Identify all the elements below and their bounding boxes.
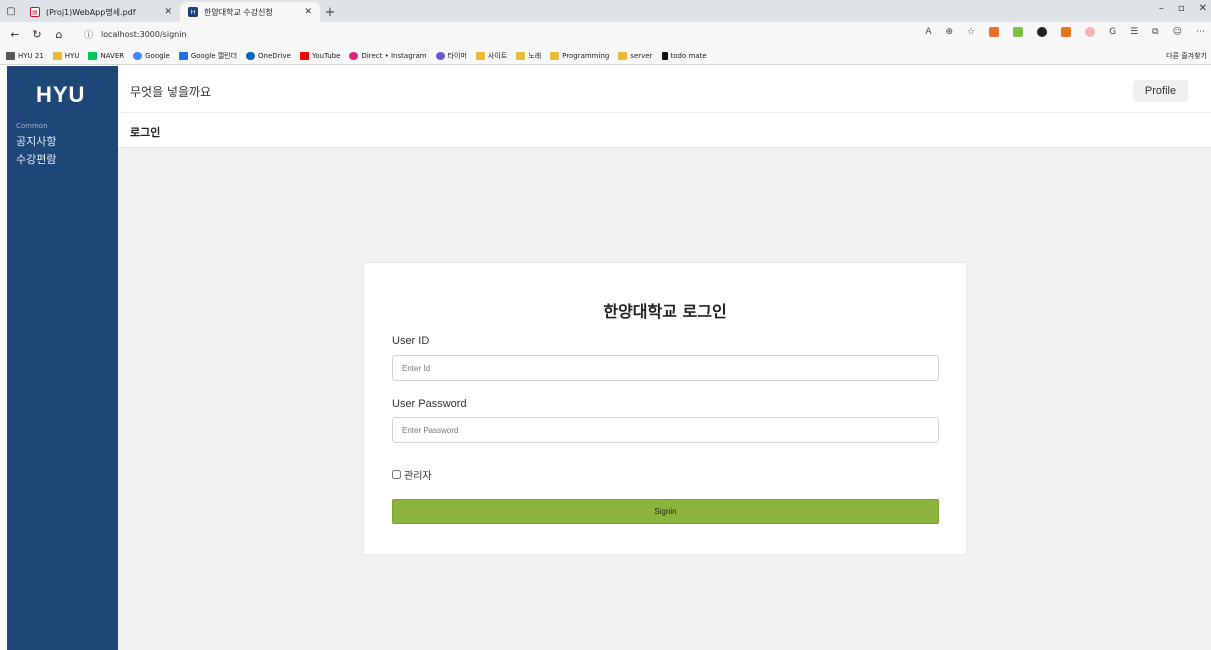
admin-checkbox[interactable] bbox=[392, 470, 401, 479]
user-id-input[interactable] bbox=[392, 355, 939, 381]
bookmark-folder[interactable]: Programming bbox=[550, 51, 609, 60]
sidebar-section-label: Common bbox=[16, 122, 48, 130]
window-controls: – ▫ ✕ bbox=[1159, 3, 1207, 14]
sidebar-item-catalog[interactable]: 수강편람 bbox=[16, 151, 56, 167]
sidebar: HYU Common 공지사항 수강편람 bbox=[7, 66, 118, 650]
close-icon[interactable]: ✕ bbox=[304, 7, 312, 17]
instagram-icon bbox=[349, 51, 359, 60]
bookmark-folder[interactable]: HYU bbox=[52, 51, 79, 60]
todo-icon bbox=[661, 51, 668, 60]
calendar-icon bbox=[178, 51, 188, 60]
onedrive-icon bbox=[246, 51, 256, 60]
zoom-icon[interactable]: ⊕ bbox=[945, 27, 953, 37]
more-icon[interactable]: ⋯ bbox=[1196, 27, 1205, 37]
login-title: 한양대학교 로그인 bbox=[603, 302, 727, 321]
folder-icon bbox=[1154, 52, 1163, 60]
favorite-star-icon[interactable]: ☆ bbox=[967, 27, 975, 37]
bookmark-folder[interactable]: 사이트 bbox=[475, 51, 507, 61]
close-icon[interactable]: ✕ bbox=[164, 7, 172, 17]
folder-icon bbox=[516, 51, 526, 60]
url-text: localhost:3000/signin bbox=[101, 30, 187, 39]
home-icon[interactable]: ⌂ bbox=[50, 28, 68, 41]
extension-icon[interactable] bbox=[989, 27, 1000, 37]
collections-icon[interactable]: ⧉ bbox=[1152, 27, 1158, 37]
new-tab-button[interactable]: + bbox=[320, 2, 340, 22]
favorites-icon[interactable]: ☰ bbox=[1130, 27, 1138, 37]
bookmark-item[interactable]: todo mate bbox=[661, 51, 707, 60]
tab-actions-icon[interactable]: ▢ bbox=[0, 0, 22, 22]
copilot-icon[interactable]: G bbox=[1109, 27, 1116, 37]
bookmark-icon bbox=[6, 51, 15, 60]
bookmark-item[interactable]: OneDrive bbox=[246, 51, 291, 60]
url-field[interactable]: ⓘ localhost:3000/signin bbox=[78, 25, 858, 45]
close-window-icon[interactable]: ✕ bbox=[1199, 3, 1207, 14]
app-header-title: 무엇을 넣을까요 bbox=[130, 85, 212, 99]
bookmark-item[interactable]: NAVER bbox=[88, 51, 124, 60]
extension-icon[interactable] bbox=[1037, 27, 1048, 37]
naver-icon bbox=[88, 51, 98, 60]
signin-button[interactable]: Signin bbox=[392, 499, 939, 524]
bookmark-item[interactable]: Direct • Instagram bbox=[349, 51, 427, 60]
login-card: 한양대학교 로그인 User ID User Password 관리자 Sign… bbox=[364, 263, 966, 554]
refresh-icon[interactable]: ↻ bbox=[28, 28, 46, 41]
tab-title: (Proj1)WebApp명세.pdf bbox=[46, 7, 136, 17]
browser-tab-pdf[interactable]: ▤ (Proj1)WebApp명세.pdf ✕ bbox=[22, 2, 180, 22]
hyu-favicon-icon: H bbox=[188, 7, 198, 17]
browser-tab-strip: ▢ ▤ (Proj1)WebApp명세.pdf ✕ H 한양대학교 수강신청 ✕… bbox=[0, 0, 1211, 22]
youtube-icon bbox=[299, 51, 309, 60]
top-bar: 무엇을 넣을까요 Profile bbox=[118, 66, 1211, 113]
back-icon[interactable]: ← bbox=[6, 28, 24, 41]
user-id-label: User ID bbox=[392, 335, 430, 347]
password-input[interactable] bbox=[392, 417, 939, 443]
read-aloud-icon[interactable]: A bbox=[925, 27, 931, 37]
password-label: User Password bbox=[392, 398, 467, 410]
page-header: 로그인 bbox=[118, 113, 1211, 148]
profile-button[interactable]: Profile bbox=[1133, 80, 1188, 102]
bookmark-item[interactable]: HYU 21 bbox=[6, 51, 44, 60]
extension-icon[interactable] bbox=[1085, 27, 1096, 37]
address-bar: ← ↻ ⌂ ⓘ localhost:3000/signin A ⊕ ☆ G ☰ … bbox=[0, 22, 1211, 47]
browser-tab-active[interactable]: H 한양대학교 수강신청 ✕ bbox=[180, 2, 320, 22]
sidebar-item-notice[interactable]: 공지사항 bbox=[16, 133, 56, 149]
toolbar-icons: A ⊕ ☆ G ☰ ⧉ ☺ ⋯ bbox=[925, 27, 1205, 37]
bookmarks-bar: HYU 21 HYU NAVER Google Google 캘린더 OneDr… bbox=[0, 47, 1211, 65]
bookmark-item[interactable]: YouTube bbox=[299, 51, 340, 60]
bookmark-folder[interactable]: server bbox=[618, 51, 653, 60]
admin-checkbox-row[interactable]: 관리자 bbox=[392, 467, 432, 482]
google-icon bbox=[133, 51, 143, 60]
restore-icon[interactable]: ▫ bbox=[1178, 3, 1185, 14]
admin-checkbox-label: 관리자 bbox=[404, 471, 432, 482]
folder-icon bbox=[52, 51, 62, 60]
logo[interactable]: HYU bbox=[36, 82, 85, 108]
other-bookmarks[interactable]: 다른 즐겨찾기 bbox=[1154, 51, 1207, 61]
bookmark-item[interactable]: 타이머 bbox=[435, 51, 467, 61]
minimize-icon[interactable]: – bbox=[1159, 3, 1164, 14]
folder-icon bbox=[618, 51, 628, 60]
bookmark-item[interactable]: Google bbox=[133, 51, 170, 60]
tab-title: 한양대학교 수강신청 bbox=[204, 7, 273, 17]
extension-icon[interactable] bbox=[1013, 27, 1024, 37]
bookmark-item[interactable]: Google 캘린더 bbox=[178, 51, 237, 61]
bookmark-folder[interactable]: 노래 bbox=[516, 51, 541, 61]
page-title: 로그인 bbox=[130, 126, 161, 139]
pdf-icon: ▤ bbox=[30, 7, 40, 17]
main-content: 한양대학교 로그인 User ID User Password 관리자 Sign… bbox=[118, 148, 1211, 650]
folder-icon bbox=[550, 51, 560, 60]
timer-icon bbox=[435, 51, 445, 60]
metamask-icon[interactable] bbox=[1061, 27, 1072, 37]
profile-icon[interactable]: ☺ bbox=[1173, 27, 1182, 37]
info-icon[interactable]: ⓘ bbox=[84, 28, 93, 41]
folder-icon bbox=[475, 51, 485, 60]
